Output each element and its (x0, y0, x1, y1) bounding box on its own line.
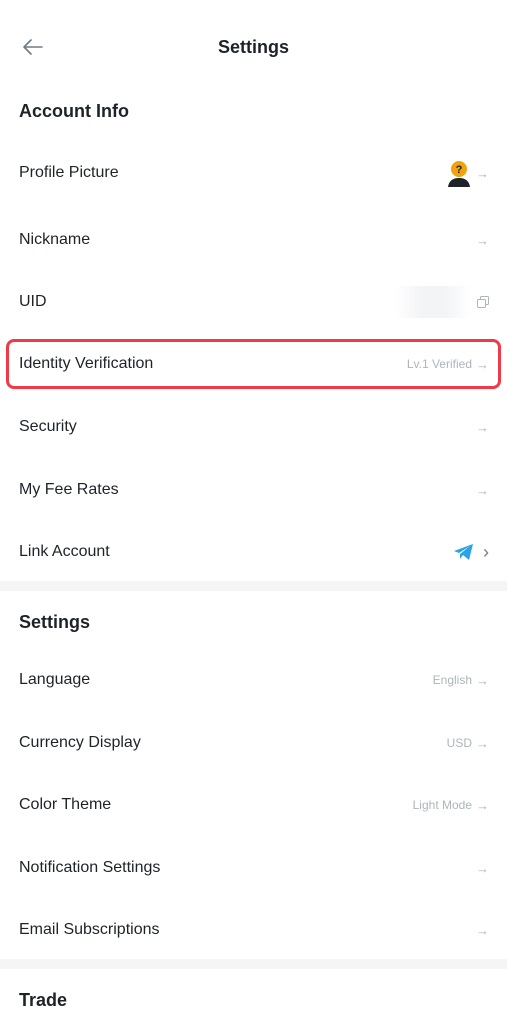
row-label: My Fee Rates (19, 481, 119, 498)
row-label: UID (19, 293, 47, 310)
row-label: Email Subscriptions (19, 921, 160, 938)
arrow-right-icon: → (476, 482, 489, 498)
row-label: Language (19, 671, 91, 688)
arrow-right-icon: → (476, 672, 489, 688)
section-divider (0, 581, 507, 591)
row-value: Lv.1 Verified (406, 357, 472, 371)
row-notification-settings[interactable]: Notification Settings → (0, 838, 507, 898)
row-label: Security (19, 418, 77, 435)
row-color-theme[interactable]: Color Theme Light Mode → (0, 775, 507, 835)
row-value: English (432, 673, 472, 687)
chevron-right-icon: › (483, 542, 489, 562)
avatar-icon: ? (446, 160, 472, 187)
row-link-account[interactable]: Link Account › (0, 522, 507, 582)
row-label: Link Account (19, 543, 110, 560)
arrow-right-icon: → (476, 356, 489, 372)
row-fee-rates[interactable]: My Fee Rates → (0, 460, 507, 520)
row-value: Light Mode (412, 798, 472, 812)
arrow-right-icon: → (476, 232, 489, 248)
section-divider (0, 959, 507, 969)
row-email-subscriptions[interactable]: Email Subscriptions → (0, 900, 507, 960)
row-identity-verification[interactable]: Identity Verification Lv.1 Verified → (0, 334, 507, 394)
header: Settings (0, 0, 507, 94)
arrow-right-icon: → (476, 419, 489, 435)
section-title-account-info: Account Info (19, 101, 129, 121)
arrow-right-icon: → (476, 165, 489, 181)
section-title-trade: Trade (19, 990, 68, 1010)
row-nickname[interactable]: Nickname → (0, 210, 507, 270)
section-title-settings: Settings (19, 612, 91, 632)
row-label: Profile Picture (19, 164, 119, 181)
arrow-right-icon: → (476, 922, 489, 938)
page-title: Settings (217, 37, 289, 57)
arrow-right-icon: → (476, 797, 489, 813)
uid-value-redacted (395, 286, 471, 318)
row-security[interactable]: Security → (0, 397, 507, 457)
row-currency-display[interactable]: Currency Display USD → (0, 713, 507, 773)
row-profile-picture[interactable]: Profile Picture ? → (0, 143, 507, 203)
arrow-right-icon: → (476, 735, 489, 751)
row-label: Color Theme (19, 796, 112, 813)
row-value: USD (446, 736, 472, 750)
row-label: Currency Display (19, 734, 141, 751)
copy-icon[interactable] (477, 296, 489, 308)
row-label: Nickname (19, 231, 91, 248)
row-label: Notification Settings (19, 859, 161, 876)
row-label: Identity Verification (19, 355, 154, 372)
svg-text:?: ? (456, 164, 463, 176)
row-language[interactable]: Language English → (0, 650, 507, 710)
row-uid[interactable]: UID (0, 272, 507, 332)
telegram-icon (454, 544, 473, 560)
arrow-right-icon: → (476, 860, 489, 876)
